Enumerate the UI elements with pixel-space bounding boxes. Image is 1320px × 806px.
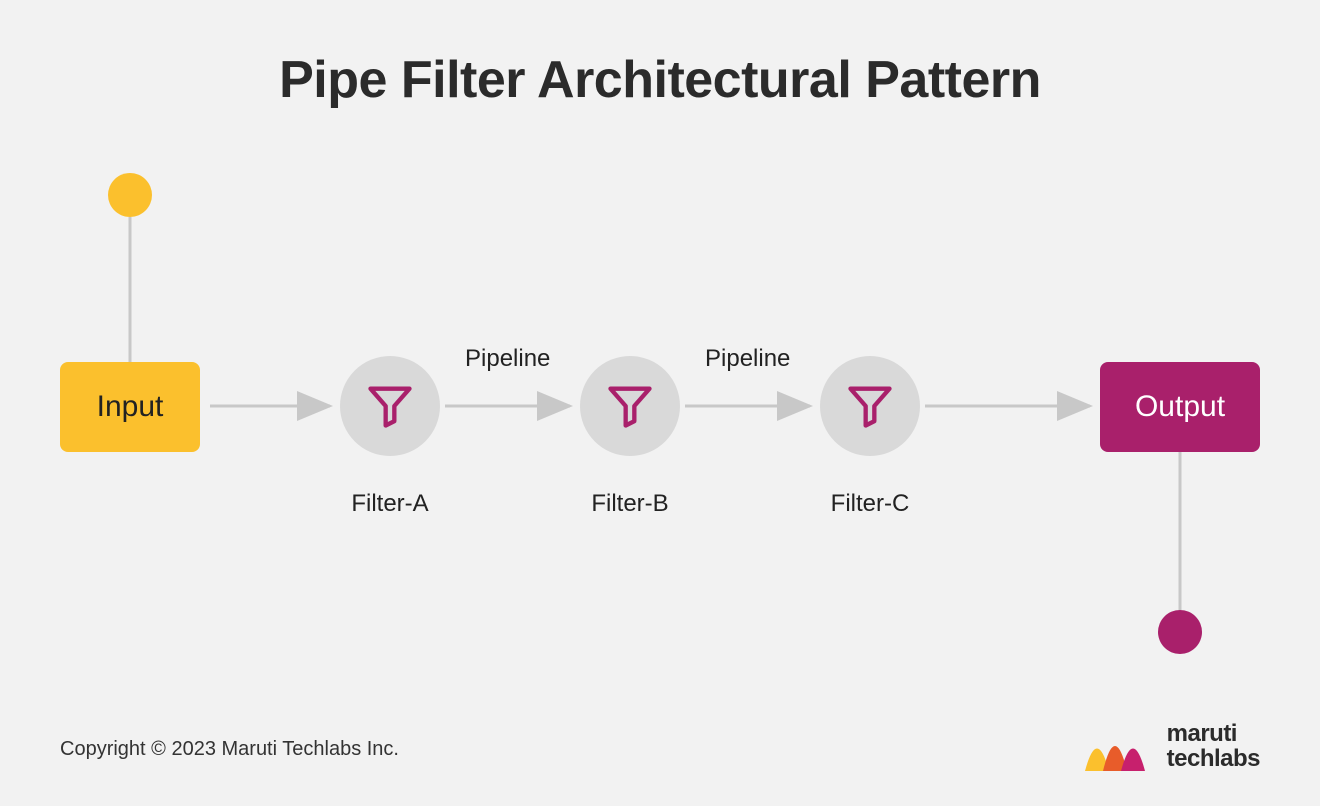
filter-c-node [820, 356, 920, 456]
copyright-text: Copyright © 2023 Maruti Techlabs Inc. [60, 738, 399, 761]
filter-b-node [580, 356, 680, 456]
brand-line2: techlabs [1167, 746, 1260, 771]
filter-c-label: Filter-C [810, 490, 930, 518]
input-source-dot [108, 173, 152, 217]
output-node: Output [1100, 362, 1260, 452]
brand-line1: maruti [1167, 721, 1260, 746]
diagram-title: Pipe Filter Architectural Pattern [0, 50, 1320, 110]
brand-logo-text: maruti techlabs [1167, 721, 1260, 771]
funnel-icon [604, 380, 656, 432]
filter-b-label: Filter-B [570, 490, 690, 518]
pipeline-label-1: Pipeline [465, 345, 550, 373]
output-sink-dot [1158, 610, 1202, 654]
output-label: Output [1135, 390, 1225, 424]
filter-a-label: Filter-A [330, 490, 450, 518]
input-label: Input [97, 390, 164, 424]
brand-logo-icon [1085, 721, 1155, 771]
funnel-icon [364, 380, 416, 432]
pipeline-label-2: Pipeline [705, 345, 790, 373]
brand-logo: maruti techlabs [1085, 721, 1260, 771]
input-node: Input [60, 362, 200, 452]
funnel-icon [844, 380, 896, 432]
filter-a-node [340, 356, 440, 456]
